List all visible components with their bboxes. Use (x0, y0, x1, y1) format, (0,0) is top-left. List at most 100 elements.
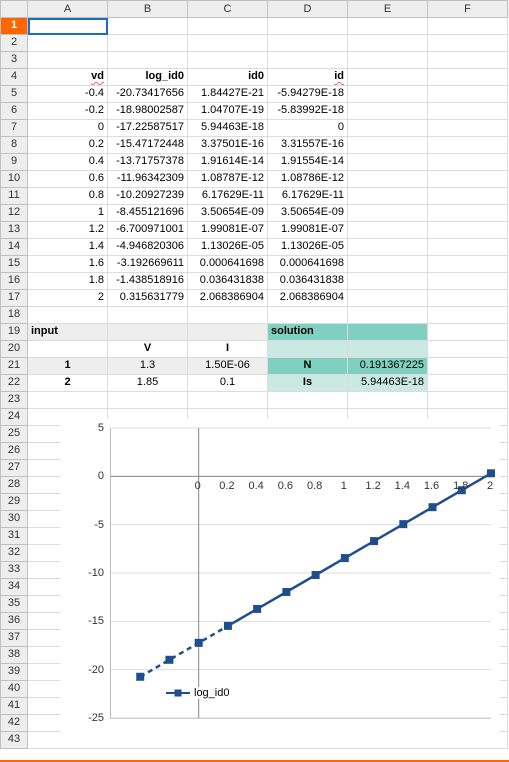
row-header-25[interactable]: 25 (0, 426, 28, 443)
chart-object[interactable]: 50-5-10-15-20-25 00.20.40.60.811.21.41.6… (60, 418, 500, 748)
cell-C13[interactable]: 1.99081E-07 (188, 222, 268, 239)
cell-E3[interactable] (348, 52, 428, 69)
column-header-F[interactable]: F (428, 0, 508, 18)
row-header-19[interactable]: 19 (0, 324, 28, 341)
cell-D7[interactable]: 0 (268, 120, 348, 137)
cell-A13[interactable]: 1.2 (28, 222, 108, 239)
cell-F2[interactable] (428, 35, 508, 52)
cell-E13[interactable] (348, 222, 428, 239)
cell-B13[interactable]: -6.700971001 (108, 222, 188, 239)
cell-B12[interactable]: -8.455121696 (108, 205, 188, 222)
row-header-10[interactable]: 10 (0, 171, 28, 188)
cell-A11[interactable]: 0.8 (28, 188, 108, 205)
cell-F7[interactable] (428, 120, 508, 137)
cell-A7[interactable]: 0 (28, 120, 108, 137)
cell-A21[interactable]: 1 (28, 358, 108, 375)
cell-C23[interactable] (188, 392, 268, 409)
cell-D13[interactable]: 1.99081E-07 (268, 222, 348, 239)
row-header-32[interactable]: 32 (0, 545, 28, 562)
row-header-22[interactable]: 22 (0, 375, 28, 392)
cell-C19[interactable] (188, 324, 268, 341)
cell-D5[interactable]: -5.94279E-18 (268, 86, 348, 103)
cell-F21[interactable] (428, 358, 508, 375)
row-header-3[interactable]: 3 (0, 52, 28, 69)
row-header-37[interactable]: 37 (0, 630, 28, 647)
row-header-16[interactable]: 16 (0, 273, 28, 290)
cell-F8[interactable] (428, 137, 508, 154)
cell-E20[interactable] (348, 341, 428, 358)
row-header-14[interactable]: 14 (0, 239, 28, 256)
cell-D22[interactable]: Is (268, 375, 348, 392)
cell-A22[interactable]: 2 (28, 375, 108, 392)
cell-C10[interactable]: 1.08787E-12 (188, 171, 268, 188)
cell-F15[interactable] (428, 256, 508, 273)
cell-E9[interactable] (348, 154, 428, 171)
cell-B7[interactable]: -17.22587517 (108, 120, 188, 137)
cell-F13[interactable] (428, 222, 508, 239)
cell-F3[interactable] (428, 52, 508, 69)
cell-B21[interactable]: 1.3 (108, 358, 188, 375)
row-header-18[interactable]: 18 (0, 307, 28, 324)
cell-A4[interactable]: vd (28, 69, 108, 86)
cell-B19[interactable] (108, 324, 188, 341)
cell-E2[interactable] (348, 35, 428, 52)
cell-A20[interactable] (28, 341, 108, 358)
row-header-20[interactable]: 20 (0, 341, 28, 358)
cell-E6[interactable] (348, 103, 428, 120)
cell-D20[interactable] (268, 341, 348, 358)
cell-B11[interactable]: -10.20927239 (108, 188, 188, 205)
cell-A12[interactable]: 1 (28, 205, 108, 222)
cell-A5[interactable]: -0.4 (28, 86, 108, 103)
cell-D16[interactable]: 0.036431838 (268, 273, 348, 290)
cell-E4[interactable] (348, 69, 428, 86)
cell-E14[interactable] (348, 239, 428, 256)
cell-B9[interactable]: -13.71757378 (108, 154, 188, 171)
cell-C3[interactable] (188, 52, 268, 69)
cell-C15[interactable]: 0.000641698 (188, 256, 268, 273)
row-header-29[interactable]: 29 (0, 494, 28, 511)
cell-B17[interactable]: 0.315631779 (108, 290, 188, 307)
cell-E11[interactable] (348, 188, 428, 205)
column-header-D[interactable]: D (268, 0, 348, 18)
cell-E5[interactable] (348, 86, 428, 103)
cell-C20[interactable]: I (188, 341, 268, 358)
row-header-1[interactable]: 1 (0, 18, 28, 35)
row-header-34[interactable]: 34 (0, 579, 28, 596)
column-header-C[interactable]: C (188, 0, 268, 18)
row-header-42[interactable]: 42 (0, 715, 28, 732)
input-title[interactable]: input (28, 324, 108, 341)
row-header-31[interactable]: 31 (0, 528, 28, 545)
cell-C1[interactable] (188, 18, 268, 35)
cell-D11[interactable]: 6.17629E-11 (268, 188, 348, 205)
row-header-40[interactable]: 40 (0, 681, 28, 698)
cell-C21[interactable]: 1.50E-06 (188, 358, 268, 375)
cell-E12[interactable] (348, 205, 428, 222)
cell-A14[interactable]: 1.4 (28, 239, 108, 256)
row-header-27[interactable]: 27 (0, 460, 28, 477)
cell-B22[interactable]: 1.85 (108, 375, 188, 392)
cell-C8[interactable]: 3.37501E-16 (188, 137, 268, 154)
row-header-21[interactable]: 21 (0, 358, 28, 375)
cell-F4[interactable] (428, 69, 508, 86)
cell-F14[interactable] (428, 239, 508, 256)
cell-F17[interactable] (428, 290, 508, 307)
cell-D10[interactable]: 1.08786E-12 (268, 171, 348, 188)
cell-B16[interactable]: -1.438518916 (108, 273, 188, 290)
cell-C17[interactable]: 2.068386904 (188, 290, 268, 307)
cell-F11[interactable] (428, 188, 508, 205)
row-header-7[interactable]: 7 (0, 120, 28, 137)
cell-A8[interactable]: 0.2 (28, 137, 108, 154)
cell-E18[interactable] (348, 307, 428, 324)
row-header-28[interactable]: 28 (0, 477, 28, 494)
row-header-39[interactable]: 39 (0, 664, 28, 681)
cell-C18[interactable] (188, 307, 268, 324)
cell-F22[interactable] (428, 375, 508, 392)
cell-F1[interactable] (428, 18, 508, 35)
cell-C6[interactable]: 1.04707E-19 (188, 103, 268, 120)
cell-D23[interactable] (268, 392, 348, 409)
cell-C12[interactable]: 3.50654E-09 (188, 205, 268, 222)
cell-B14[interactable]: -4.946820306 (108, 239, 188, 256)
cell-E1[interactable] (348, 18, 428, 35)
cell-E21[interactable]: 0.191367225 (348, 358, 428, 375)
row-header-13[interactable]: 13 (0, 222, 28, 239)
